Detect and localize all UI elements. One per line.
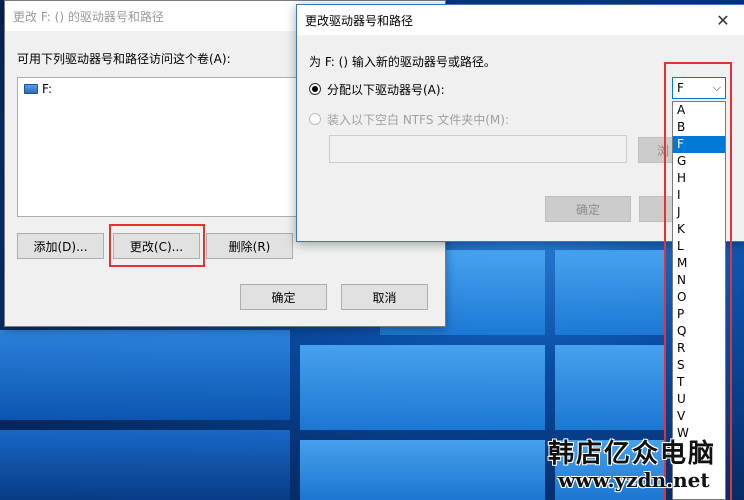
wallpaper-pane bbox=[0, 330, 290, 420]
dialog-title: 更改驱动器号和路径 bbox=[305, 13, 414, 28]
ok-button[interactable]: 确定 bbox=[545, 196, 631, 222]
dialog-titlebar[interactable]: 更改驱动器号和路径 bbox=[297, 5, 744, 35]
wallpaper-pane bbox=[555, 250, 665, 335]
highlight-box bbox=[664, 62, 732, 500]
drive-icon bbox=[24, 84, 38, 94]
delete-button[interactable]: 删除(R) bbox=[206, 233, 293, 259]
watermark: 韩店亿众电脑 www.yzdn.net bbox=[548, 439, 717, 492]
assign-letter-radio[interactable] bbox=[309, 83, 321, 95]
watermark-line1: 韩店亿众电脑 bbox=[548, 439, 717, 469]
watermark-line2: www.yzdn.net bbox=[558, 468, 710, 492]
folder-path-input[interactable] bbox=[329, 135, 627, 163]
highlight-box bbox=[109, 224, 205, 267]
wallpaper-pane bbox=[300, 440, 545, 500]
cancel-button[interactable]: 取消 bbox=[341, 284, 428, 310]
assign-letter-label: 分配以下驱动器号(A): bbox=[327, 83, 445, 97]
wallpaper-pane bbox=[300, 345, 545, 430]
add-button[interactable]: 添加(D)... bbox=[17, 233, 104, 259]
mount-folder-label: 装入以下空白 NTFS 文件夹中(M): bbox=[327, 113, 510, 127]
dialog-title: 更改 F: () 的驱动器号和路径 bbox=[13, 9, 164, 24]
ok-button[interactable]: 确定 bbox=[240, 284, 327, 310]
list-label: 可用下列驱动器号和路径访问这个卷(A): bbox=[17, 52, 231, 66]
wallpaper-pane bbox=[555, 345, 665, 430]
list-item[interactable]: F: bbox=[24, 82, 52, 96]
drive-label: F: bbox=[42, 82, 53, 96]
mount-folder-radio[interactable] bbox=[309, 113, 321, 125]
wallpaper-pane bbox=[0, 430, 290, 500]
close-icon[interactable]: ✕ bbox=[701, 5, 744, 35]
prompt-text: 为 F: () 输入新的驱动器号或路径。 bbox=[309, 55, 496, 69]
